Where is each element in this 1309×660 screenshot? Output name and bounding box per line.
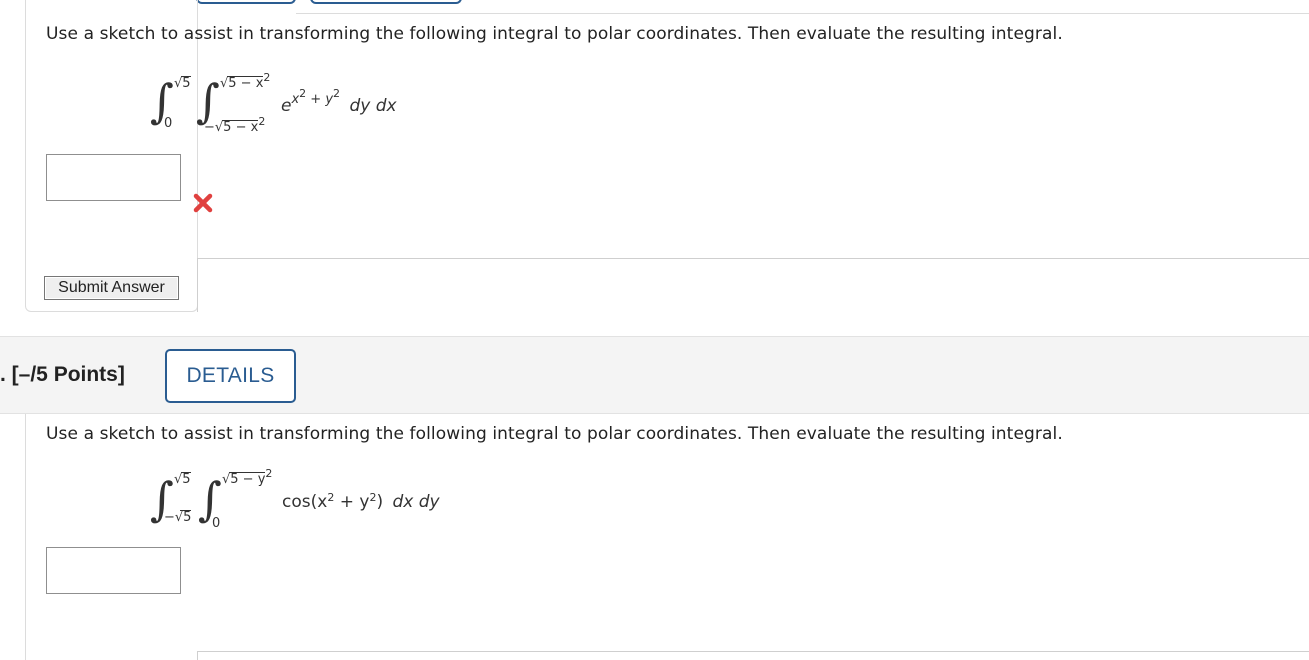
question1-feedback-area bbox=[197, 258, 1309, 312]
divider bbox=[296, 13, 1309, 14]
question2-header: . [–/5 Points] DETAILS bbox=[0, 336, 1309, 414]
inner-integral-sign: ∫ bbox=[196, 74, 220, 128]
integrand: cos(x2 + y2) dx dy bbox=[282, 491, 440, 512]
submit-answer-button[interactable]: Submit Answer bbox=[44, 276, 179, 300]
question2-container bbox=[25, 414, 26, 660]
inner-lower-limit: 0 bbox=[212, 516, 221, 531]
previous-button-edge bbox=[196, 0, 296, 4]
outer-upper-limit: √5 bbox=[174, 472, 191, 487]
details-button[interactable]: DETAILS bbox=[165, 349, 296, 403]
previous-button-edge bbox=[310, 0, 462, 4]
outer-lower-limit: 0 bbox=[164, 116, 173, 131]
question1-integral: ∫ √5 0 ∫ √5 − x2 −√5 − x2 ex2 + y2 dy dx bbox=[150, 70, 430, 140]
question1-answer-input[interactable] bbox=[46, 154, 181, 201]
question2-feedback-area bbox=[197, 651, 1309, 660]
outer-lower-limit: −√5 bbox=[164, 510, 192, 525]
differentials: dx dy bbox=[392, 492, 440, 512]
question2-integral: ∫ √5 −√5 ∫ √5 − y2 0 cos(x2 + y2) dx dy bbox=[150, 467, 470, 538]
inner-upper-limit: √5 − x2 bbox=[220, 71, 271, 91]
wrong-x-icon bbox=[193, 193, 213, 213]
points-label: . [–/5 Points] bbox=[0, 363, 125, 386]
previous-buttons-remnant bbox=[196, 0, 596, 4]
integrand: ex2 + y2 dy dx bbox=[281, 87, 397, 116]
outer-upper-limit: √5 bbox=[174, 76, 191, 91]
inner-upper-limit: √5 − y2 bbox=[222, 467, 273, 487]
question1-prompt: Use a sketch to assist in transforming t… bbox=[46, 24, 1063, 44]
question2-answer-input[interactable] bbox=[46, 547, 181, 594]
question2-prompt: Use a sketch to assist in transforming t… bbox=[46, 424, 1063, 444]
differentials: dy dx bbox=[349, 96, 397, 116]
inner-lower-limit: −√5 − x2 bbox=[204, 115, 266, 135]
